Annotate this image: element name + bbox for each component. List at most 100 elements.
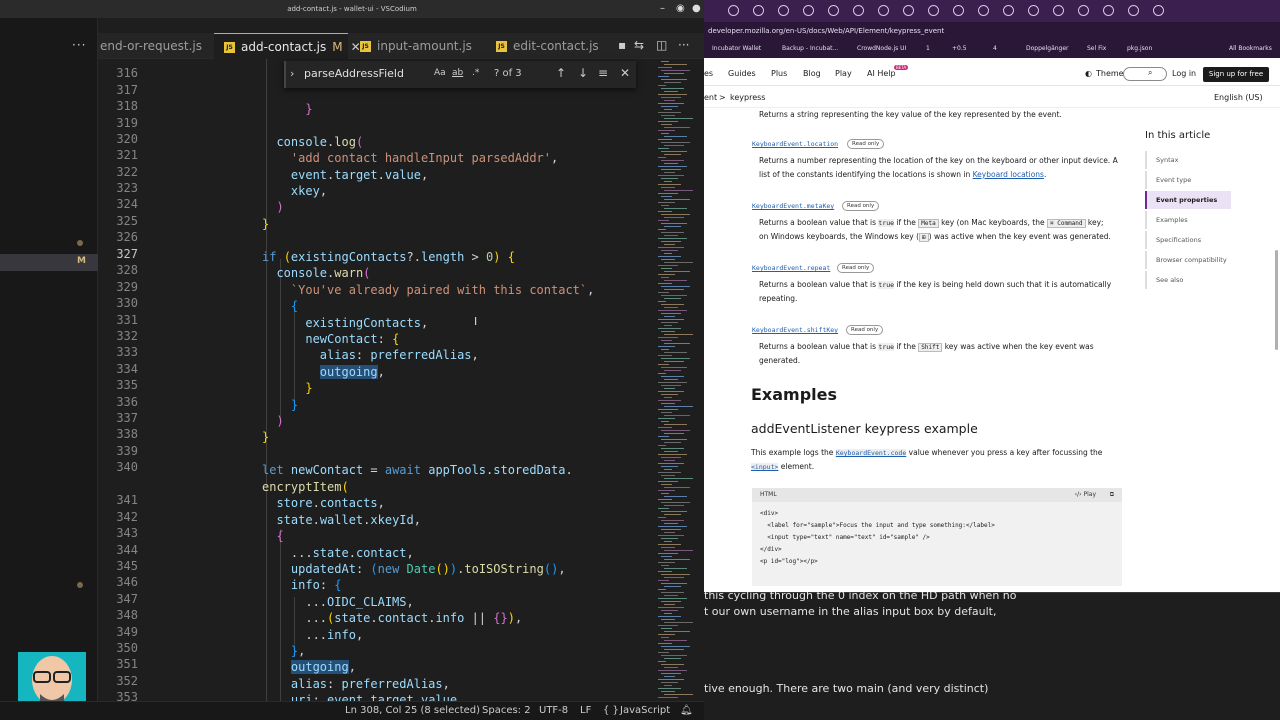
- minimap-line: [658, 238, 687, 239]
- minimap-line: [664, 136, 687, 137]
- browser-tab-favicon-icon[interactable]: [753, 5, 764, 16]
- maximize-icon[interactable]: ◉: [676, 0, 685, 18]
- tab-add-contact[interactable]: JS add-contact.js M ✕: [214, 33, 361, 59]
- code-editor[interactable]: 316 317 318 319 320 321 322 323 324 325 326 327 328 3…: [98, 59, 654, 701]
- toc-item-examples[interactable]: Examples: [1145, 211, 1231, 229]
- search-icon[interactable]: ⌕: [1148, 68, 1152, 78]
- browser-tab-favicon-icon[interactable]: [803, 5, 814, 16]
- minimap-line: [658, 103, 684, 104]
- more-actions-icon[interactable]: ···: [678, 38, 689, 52]
- prop-repeat-link[interactable]: KeyboardEvent.repeat: [752, 264, 830, 272]
- line-number: 344: [116, 543, 138, 557]
- browser-tab-favicon-icon[interactable]: [778, 5, 789, 16]
- minimize-icon[interactable]: –: [660, 0, 665, 18]
- close-icon[interactable]: ●: [692, 0, 701, 18]
- background-line: this cycling through the 0 index on the …: [704, 592, 1017, 602]
- keyboard-locations-link[interactable]: Keyboard locations: [973, 170, 1044, 179]
- breadcrumb-parent[interactable]: ent: [704, 93, 717, 102]
- nav-ai-help[interactable]: AI Help: [867, 69, 896, 78]
- url-text[interactable]: developer.mozilla.org/en-US/docs/Web/API…: [708, 27, 944, 35]
- browser-tab-favicon-icon[interactable]: [1003, 5, 1014, 16]
- bookmark-item[interactable]: Doppelgänger: [1026, 40, 1069, 58]
- signup-button[interactable]: Sign up for free: [1203, 67, 1269, 82]
- nav-blog[interactable]: Blog: [803, 69, 821, 78]
- browser-tab-favicon-icon[interactable]: [1103, 5, 1114, 16]
- search-input[interactable]: [1123, 67, 1167, 81]
- page-scrollbar[interactable]: [1275, 250, 1278, 350]
- browser-tab-favicon-icon[interactable]: [1128, 5, 1139, 16]
- browser-tab-favicon-icon[interactable]: [978, 5, 989, 16]
- bookmark-item[interactable]: Incubator Wallet: [712, 40, 761, 58]
- copy-icon[interactable]: ⧉: [1110, 488, 1114, 502]
- browser-tab-favicon-icon[interactable]: [1153, 5, 1164, 16]
- close-find-icon[interactable]: ✕: [620, 66, 630, 80]
- bookmark-item[interactable]: Backup - Incubat...: [782, 40, 838, 58]
- match-case-toggle[interactable]: Aa: [434, 68, 446, 78]
- toc-item-browser-compatibility[interactable]: Browser compatibility: [1145, 251, 1231, 269]
- cursor-position[interactable]: Ln 308, Col 25 (8 selected): [345, 702, 480, 720]
- browser-tab-favicon-icon[interactable]: [1078, 5, 1089, 16]
- explorer-item-selected[interactable]: M: [0, 254, 98, 271]
- minimap-line: [661, 646, 690, 647]
- tab-edit-contact[interactable]: JS edit-contact.js: [486, 33, 616, 59]
- bookmark-item[interactable]: 1: [926, 40, 930, 58]
- toc-item-see-also[interactable]: See also: [1145, 271, 1231, 289]
- regex-toggle[interactable]: .*: [472, 68, 479, 78]
- address-bar[interactable]: developer.mozilla.org/en-US/docs/Web/API…: [704, 22, 1280, 40]
- nav-guides[interactable]: Guides: [728, 69, 756, 78]
- tab-input-amount[interactable]: JS input-amount.js: [350, 33, 480, 59]
- all-bookmarks[interactable]: All Bookmarks: [1229, 40, 1272, 58]
- toc-item-event-type[interactable]: Event type: [1145, 171, 1231, 189]
- encoding[interactable]: UTF-8: [539, 702, 568, 720]
- browser-tab-favicon-icon[interactable]: [928, 5, 939, 16]
- open-changes-icon[interactable]: ▪: [618, 38, 626, 52]
- browser-tab-favicon-icon[interactable]: [828, 5, 839, 16]
- previous-match-icon[interactable]: ↑: [556, 66, 566, 80]
- compare-icon[interactable]: ⇆: [634, 38, 644, 52]
- browser-tab-favicon-icon[interactable]: [1028, 5, 1039, 16]
- next-match-icon[interactable]: ↓: [578, 66, 588, 80]
- nav-plus[interactable]: Plus: [771, 69, 787, 78]
- toc-item-syntax[interactable]: Syntax: [1145, 151, 1231, 169]
- toggle-replace-icon[interactable]: ›: [290, 67, 294, 80]
- browser-tab-favicon-icon[interactable]: [728, 5, 739, 16]
- browser-tab-favicon-icon[interactable]: [1053, 5, 1064, 16]
- nav-play[interactable]: Play: [835, 69, 852, 78]
- minimap[interactable]: [654, 59, 704, 701]
- background-line: tive enough. There are two main (and ver…: [704, 682, 989, 695]
- split-editor-icon[interactable]: ◫: [656, 38, 667, 52]
- toc-item-specifications[interactable]: Specifications: [1145, 231, 1231, 249]
- find-in-selection-icon[interactable]: ≡: [598, 66, 608, 80]
- theme-switcher[interactable]: Theme: [1096, 69, 1124, 78]
- language-mode[interactable]: JavaScript: [620, 702, 670, 720]
- browser-tab-favicon-icon[interactable]: [853, 5, 864, 16]
- indentation[interactable]: Spaces: 2: [482, 702, 531, 720]
- prop-location-link[interactable]: KeyboardEvent.location: [752, 140, 838, 148]
- minimap-line: [664, 154, 681, 155]
- braces-icon[interactable]: { }: [603, 702, 619, 720]
- browser-tab-favicon-icon[interactable]: [953, 5, 964, 16]
- login-link[interactable]: Log in: [1172, 69, 1196, 78]
- bookmark-item[interactable]: pkg.json: [1127, 40, 1152, 58]
- bookmark-item[interactable]: Sel Fix: [1087, 40, 1106, 58]
- language-selector[interactable]: English (US): [1214, 93, 1263, 102]
- whole-word-toggle[interactable]: ab: [452, 68, 463, 78]
- browser-tab-favicon-icon[interactable]: [878, 5, 889, 16]
- nav-cut-item[interactable]: es: [704, 69, 713, 78]
- prop-shiftkey-link[interactable]: KeyboardEvent.shiftKey: [752, 326, 838, 334]
- find-input[interactable]: parseAddressField: [304, 67, 404, 80]
- toc-item-event-properties[interactable]: Event properties: [1145, 191, 1231, 209]
- browser-tab-favicon-icon[interactable]: [903, 5, 914, 16]
- prop-metakey-link[interactable]: KeyboardEvent.metaKey: [752, 202, 834, 210]
- play-button[interactable]: ‹/› Play: [1075, 488, 1096, 502]
- bookmark-item[interactable]: CrowdNode.js UI: [857, 40, 906, 58]
- tab-send-or-request[interactable]: end-or-request.js: [98, 33, 216, 59]
- minimap-line: [664, 280, 687, 281]
- bookmark-item[interactable]: +0.5: [952, 40, 967, 58]
- minimap-line: [658, 364, 669, 365]
- end-of-line[interactable]: LF: [580, 702, 591, 720]
- notifications-bell-icon[interactable]: 🔔︎: [680, 702, 693, 720]
- bookmark-item[interactable]: 4: [993, 40, 997, 58]
- more-actions-icon[interactable]: ···: [72, 38, 86, 52]
- theme-icon[interactable]: ◐: [1085, 69, 1092, 78]
